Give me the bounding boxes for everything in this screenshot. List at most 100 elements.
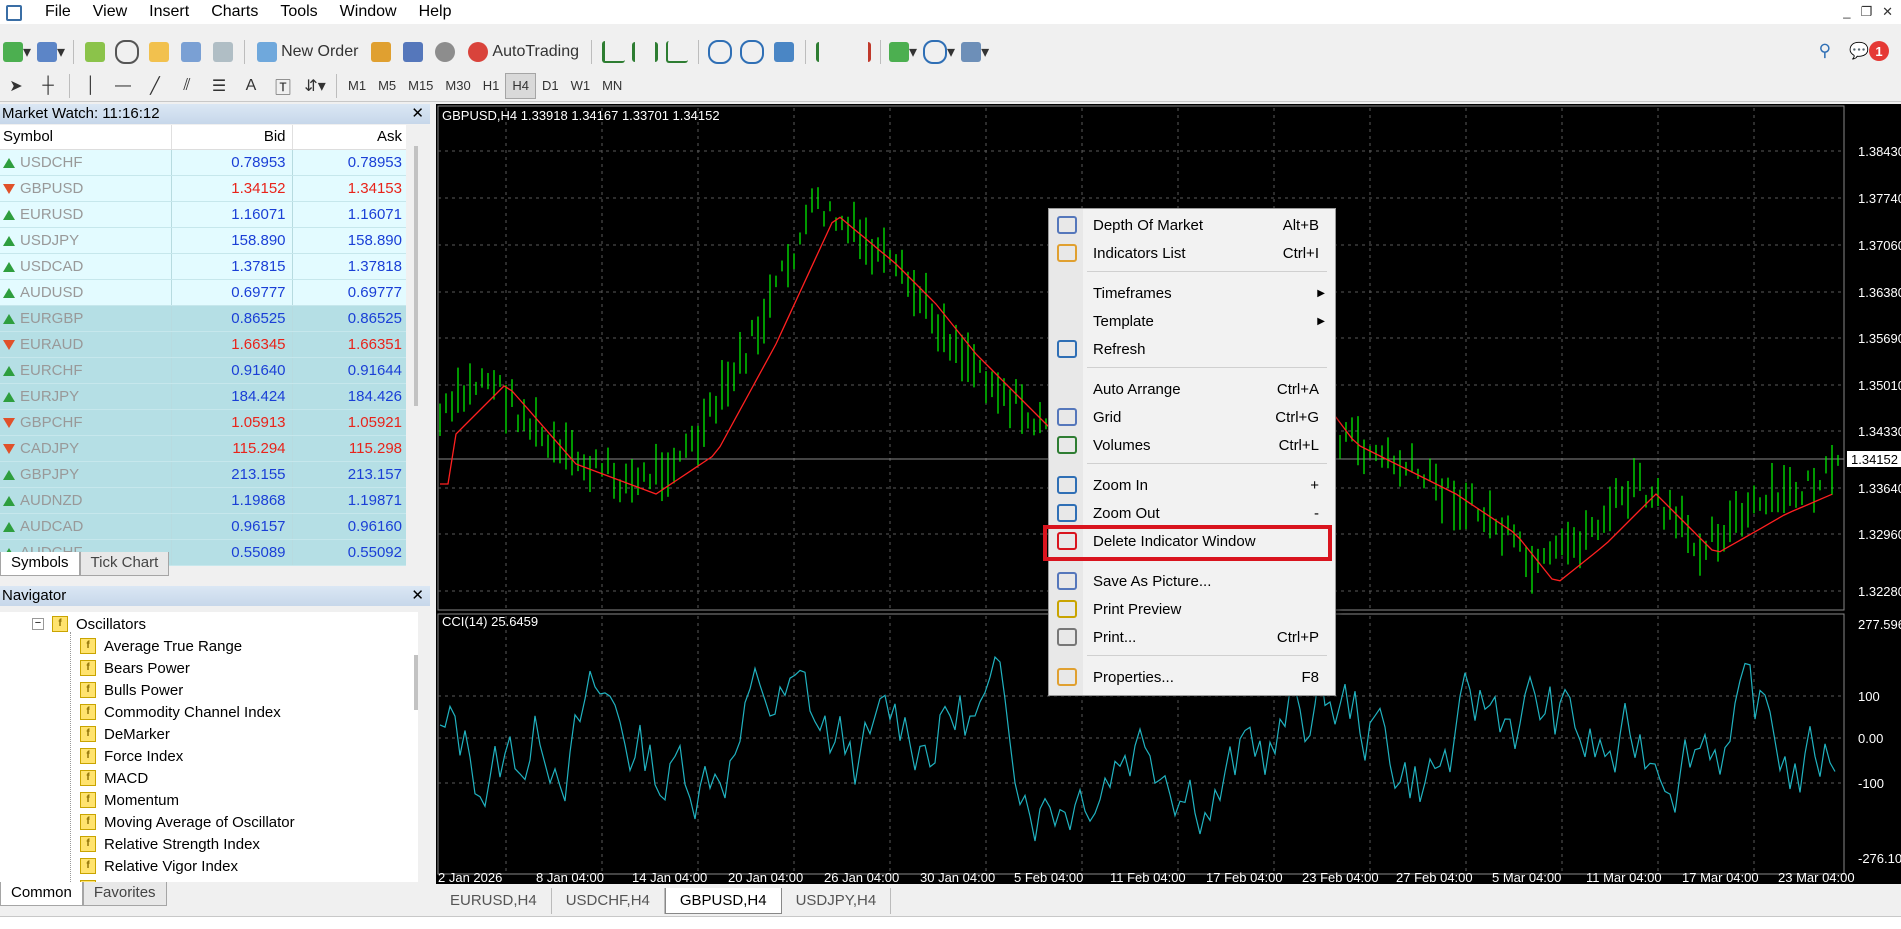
- close-icon[interactable]: ✕: [411, 104, 424, 124]
- signals-button[interactable]: [400, 39, 426, 65]
- fibonacci-button[interactable]: ☰: [206, 73, 232, 99]
- menu-item-zoom-out[interactable]: Zoom Out -: [1049, 501, 1335, 525]
- periods-button[interactable]: ▾: [923, 39, 955, 65]
- restore-icon[interactable]: ❐: [1860, 4, 1872, 20]
- menu-item-save-as-picture[interactable]: Save As Picture...: [1049, 569, 1335, 593]
- horizontal-line-button[interactable]: —: [110, 73, 136, 99]
- market-watch-button[interactable]: [82, 39, 108, 65]
- table-row[interactable]: USDCAD 1.37815 1.37818: [0, 254, 406, 280]
- data-window-button[interactable]: [114, 39, 140, 65]
- table-row[interactable]: EURCHF 0.91640 0.91644: [0, 358, 406, 384]
- close-icon[interactable]: ✕: [1882, 4, 1893, 20]
- indicators-button[interactable]: ▾: [889, 39, 917, 65]
- minimize-icon[interactable]: _: [1843, 4, 1850, 20]
- timeframe-d1[interactable]: D1: [536, 74, 565, 98]
- column-symbol[interactable]: Symbol: [0, 125, 171, 149]
- market-watch-scrollbar[interactable]: [414, 146, 418, 406]
- timeframe-mn[interactable]: MN: [596, 74, 628, 98]
- table-row[interactable]: GBPJPY 213.155 213.157: [0, 462, 406, 488]
- table-row[interactable]: EURUSD 1.16071 1.16071: [0, 202, 406, 228]
- search-icon[interactable]: ⚲: [1819, 41, 1831, 61]
- chart-tab-usdjpy[interactable]: USDJPY,H4: [782, 888, 892, 914]
- table-row[interactable]: USDCHF 0.78953 0.78953: [0, 150, 406, 176]
- arrows-button[interactable]: ⇵ ▾: [302, 73, 328, 99]
- timeframe-h4[interactable]: H4: [505, 73, 536, 99]
- zoom-out-button[interactable]: [739, 39, 765, 65]
- table-row[interactable]: USDJPY 158.890 158.890: [0, 228, 406, 254]
- auto-trading-button[interactable]: AutoTrading: [464, 39, 583, 65]
- market-button[interactable]: [432, 39, 458, 65]
- table-row[interactable]: AUDCAD 0.96157 0.96160: [0, 514, 406, 540]
- tile-windows-button[interactable]: [771, 39, 797, 65]
- equidistant-channel-button[interactable]: ⫽: [174, 73, 200, 99]
- menu-insert[interactable]: Insert: [138, 0, 200, 24]
- navigator-item[interactable]: f Bulls Power: [80, 680, 183, 700]
- timeframe-m5[interactable]: M5: [372, 74, 402, 98]
- navigator-item[interactable]: f Relative Vigor Index: [80, 856, 238, 876]
- navigator-item[interactable]: f Relative Strength Index: [80, 834, 260, 854]
- menu-window[interactable]: Window: [329, 0, 408, 24]
- menu-item-print[interactable]: Print... Ctrl+P: [1049, 625, 1335, 649]
- tab-favorites[interactable]: Favorites: [82, 882, 167, 906]
- metaeditor-button[interactable]: [368, 39, 394, 65]
- menu-item-auto-arrange[interactable]: Auto Arrange Ctrl+A: [1049, 377, 1335, 401]
- chart-tab-gbpusd[interactable]: GBPUSD,H4: [664, 888, 782, 914]
- tree-folder-oscillators[interactable]: − f Oscillators: [32, 614, 146, 634]
- new-order-button[interactable]: New Order: [253, 39, 362, 65]
- close-icon[interactable]: ✕: [411, 586, 424, 606]
- menu-item-depth-of-market[interactable]: Depth Of Market Alt+B: [1049, 213, 1335, 237]
- terminal-button[interactable]: [178, 39, 204, 65]
- profiles-button[interactable]: ▾: [37, 39, 65, 65]
- tab-tick-chart[interactable]: Tick Chart: [79, 552, 170, 576]
- templates-button[interactable]: ▾: [961, 39, 989, 65]
- new-chart-button[interactable]: ▾: [3, 39, 31, 65]
- table-row[interactable]: EURJPY 184.424 184.426: [0, 384, 406, 410]
- navigator-item[interactable]: f Momentum: [80, 790, 179, 810]
- navigator-item[interactable]: f Commodity Channel Index: [80, 702, 281, 722]
- table-row[interactable]: GBPUSD 1.34152 1.34153: [0, 176, 406, 202]
- column-bid[interactable]: Bid: [171, 125, 291, 149]
- line-chart-button[interactable]: [664, 39, 690, 65]
- navigator-button[interactable]: [146, 39, 172, 65]
- menu-file[interactable]: File: [34, 0, 82, 24]
- text-button[interactable]: A: [238, 73, 264, 99]
- navigator-item[interactable]: f Moving Average of Oscillator: [80, 812, 295, 832]
- candlestick-button[interactable]: [632, 39, 658, 65]
- navigator-item[interactable]: f MACD: [80, 768, 148, 788]
- trendline-button[interactable]: ╱: [142, 73, 168, 99]
- table-row[interactable]: EURAUD 1.66345 1.66351: [0, 332, 406, 358]
- vertical-line-button[interactable]: │: [78, 73, 104, 99]
- table-row[interactable]: AUDUSD 0.69777 0.69777: [0, 280, 406, 306]
- timeframe-m15[interactable]: M15: [402, 74, 439, 98]
- navigator-item[interactable]: f Force Index: [80, 746, 183, 766]
- cursor-button[interactable]: ➤: [3, 73, 29, 99]
- timeframe-w1[interactable]: W1: [565, 74, 597, 98]
- collapse-icon[interactable]: −: [32, 618, 44, 630]
- menu-item-refresh[interactable]: Refresh: [1049, 337, 1335, 361]
- menu-item-grid[interactable]: Grid Ctrl+G: [1049, 405, 1335, 429]
- chart-tab-eurusd[interactable]: EURUSD,H4: [436, 888, 552, 914]
- bar-chart-button[interactable]: [600, 39, 626, 65]
- auto-scroll-button[interactable]: [846, 39, 872, 65]
- menu-item-template[interactable]: Template ▶: [1049, 309, 1335, 333]
- menu-item-timeframes[interactable]: Timeframes ▶: [1049, 281, 1335, 305]
- tab-common[interactable]: Common: [0, 882, 83, 906]
- navigator-item[interactable]: f Average True Range: [80, 636, 242, 656]
- menu-charts[interactable]: Charts: [200, 0, 269, 24]
- timeframe-m30[interactable]: M30: [439, 74, 476, 98]
- crosshair-button[interactable]: ┼: [35, 73, 61, 99]
- menu-item-print-preview[interactable]: Print Preview: [1049, 597, 1335, 621]
- table-row[interactable]: EURGBP 0.86525 0.86525: [0, 306, 406, 332]
- strategy-tester-button[interactable]: [210, 39, 236, 65]
- menu-item-indicators-list[interactable]: Indicators List Ctrl+I: [1049, 241, 1335, 265]
- navigator-item[interactable]: f Bears Power: [80, 658, 190, 678]
- menu-item-properties[interactable]: Properties... F8: [1049, 665, 1335, 689]
- chart-tab-usdchf[interactable]: USDCHF,H4: [552, 888, 665, 914]
- menu-help[interactable]: Help: [408, 0, 463, 24]
- column-ask[interactable]: Ask: [291, 125, 406, 149]
- zoom-in-button[interactable]: [707, 39, 733, 65]
- table-row[interactable]: GBPCHF 1.05913 1.05921: [0, 410, 406, 436]
- menu-tools[interactable]: Tools: [269, 0, 328, 24]
- text-label-button[interactable]: 🅃: [270, 73, 296, 99]
- navigator-scrollbar[interactable]: [414, 655, 418, 710]
